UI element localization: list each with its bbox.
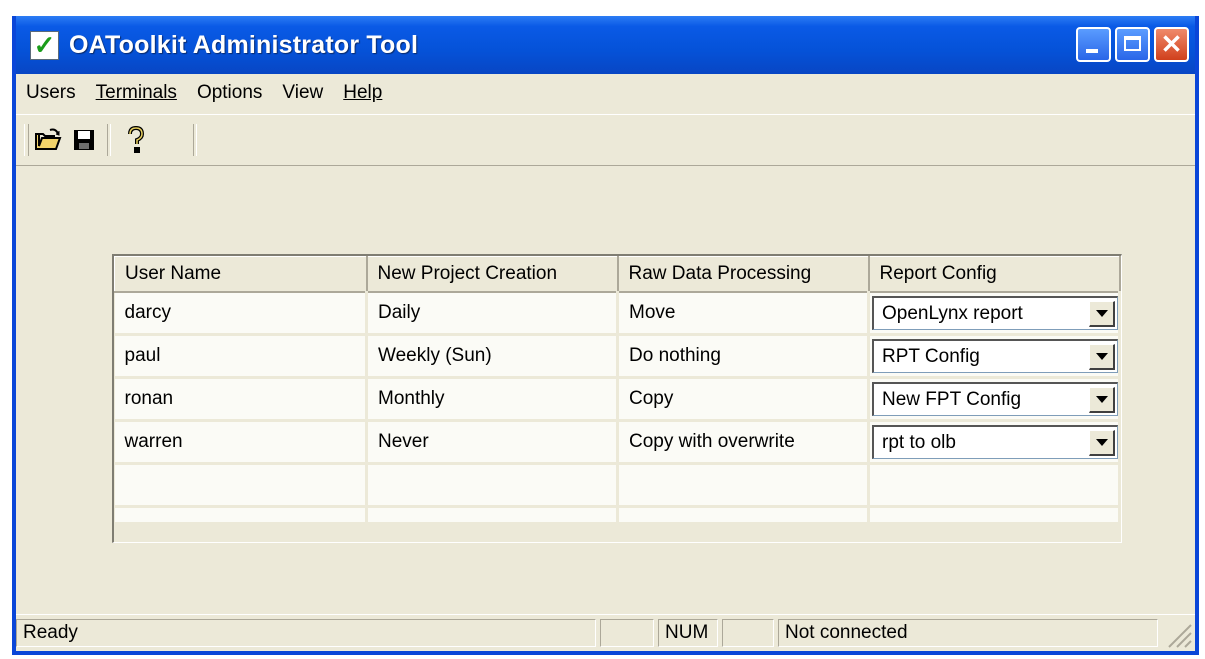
toolbar-separator	[107, 124, 111, 156]
cell-user-name[interactable]: warren	[114, 420, 368, 465]
empty-cell[interactable]	[868, 506, 1121, 525]
cell-report-config: New FPT Config	[868, 377, 1121, 422]
report-config-dropdown[interactable]: OpenLynx report	[872, 296, 1118, 330]
minimize-icon	[1086, 49, 1098, 53]
report-config-dropdown[interactable]: RPT Config	[872, 339, 1118, 373]
table-row[interactable]: warren Never Copy with overwrite rpt to …	[114, 420, 1121, 465]
cell-new-project-creation[interactable]: Daily	[366, 292, 619, 336]
cell-report-config: RPT Config	[868, 334, 1121, 379]
user-settings-grid: User Name New Project Creation Raw Data …	[112, 254, 1122, 543]
menu-users[interactable]: Users	[16, 82, 86, 104]
empty-row[interactable]	[114, 463, 1121, 508]
empty-row[interactable]	[114, 506, 1121, 525]
menu-help[interactable]: Help	[333, 82, 392, 104]
report-config-value: New FPT Config	[882, 388, 1022, 410]
column-header-raw-data-processing[interactable]: Raw Data Processing	[617, 256, 870, 293]
connection-pane: Not connected	[778, 619, 1158, 647]
menu-options[interactable]: Options	[187, 82, 272, 104]
dropdown-arrow-icon[interactable]	[1089, 387, 1115, 413]
empty-cell[interactable]	[617, 463, 870, 508]
window-title: OAToolkit Administrator Tool	[69, 30, 419, 59]
status-message-pane: Ready	[16, 619, 596, 647]
table-row[interactable]: ronan Monthly Copy New FPT Config	[114, 377, 1121, 422]
status-empty-pane	[722, 619, 774, 647]
report-config-value: RPT Config	[882, 345, 980, 367]
table-header-row: User Name New Project Creation Raw Data …	[114, 256, 1121, 293]
cell-raw-data-processing[interactable]: Move	[617, 292, 870, 336]
close-icon: ✕	[1160, 29, 1183, 59]
toolbar-end-separator	[193, 124, 197, 156]
empty-cell[interactable]	[366, 506, 619, 525]
resize-grip-icon[interactable]	[1163, 619, 1193, 649]
cell-raw-data-processing[interactable]: Do nothing	[617, 334, 870, 379]
menu-view[interactable]: View	[272, 82, 333, 104]
status-empty-pane	[600, 619, 654, 647]
cell-report-config: OpenLynx report	[868, 292, 1121, 336]
cell-raw-data-processing[interactable]: Copy with overwrite	[617, 420, 870, 465]
cell-user-name[interactable]: darcy	[114, 292, 368, 336]
empty-cell[interactable]	[114, 506, 368, 525]
num-lock-pane: NUM	[658, 619, 718, 647]
empty-cell[interactable]	[868, 463, 1121, 508]
report-config-dropdown[interactable]: rpt to olb	[872, 425, 1118, 459]
open-folder-icon[interactable]	[31, 123, 65, 157]
dropdown-arrow-icon[interactable]	[1089, 344, 1115, 370]
toolbar-grip[interactable]	[24, 124, 29, 156]
empty-cell[interactable]	[366, 463, 619, 508]
help-question-icon[interactable]	[119, 123, 153, 157]
table-row[interactable]: paul Weekly (Sun) Do nothing RPT Config	[114, 334, 1121, 379]
report-config-value: rpt to olb	[882, 431, 956, 453]
status-bar: Ready NUM Not connected	[16, 614, 1195, 651]
report-config-value: OpenLynx report	[882, 302, 1023, 324]
cell-user-name[interactable]: ronan	[114, 377, 368, 422]
cell-new-project-creation[interactable]: Never	[366, 420, 619, 465]
column-header-new-project-creation[interactable]: New Project Creation	[366, 256, 619, 293]
maximize-icon	[1124, 36, 1141, 51]
column-header-user-name[interactable]: User Name	[114, 256, 368, 293]
close-button[interactable]: ✕	[1154, 27, 1189, 62]
cell-raw-data-processing[interactable]: Copy	[617, 377, 870, 422]
dropdown-arrow-icon[interactable]	[1089, 301, 1115, 327]
maximize-button[interactable]	[1115, 27, 1150, 62]
toolbar	[16, 114, 1195, 166]
cell-report-config: rpt to olb	[868, 420, 1121, 465]
cell-new-project-creation[interactable]: Monthly	[366, 377, 619, 422]
title-bar[interactable]: ✓ OAToolkit Administrator Tool ✕	[16, 16, 1195, 74]
user-table: User Name New Project Creation Raw Data …	[114, 256, 1121, 525]
window-controls: ✕	[1076, 27, 1189, 62]
menu-terminals[interactable]: Terminals	[86, 82, 187, 104]
column-header-report-config[interactable]: Report Config	[868, 256, 1121, 293]
table-row[interactable]: darcy Daily Move OpenLynx report	[114, 292, 1121, 336]
report-config-dropdown[interactable]: New FPT Config	[872, 382, 1118, 416]
empty-cell[interactable]	[114, 463, 368, 508]
status-message: Ready	[23, 622, 78, 643]
empty-cell[interactable]	[617, 506, 870, 525]
connection-status: Not connected	[785, 622, 908, 643]
dropdown-arrow-icon[interactable]	[1089, 430, 1115, 456]
minimize-button[interactable]	[1076, 27, 1111, 62]
num-lock-indicator: NUM	[665, 622, 709, 643]
save-disk-icon[interactable]	[67, 123, 101, 157]
app-window: ✓ OAToolkit Administrator Tool ✕ Users T…	[12, 16, 1199, 655]
cell-user-name[interactable]: paul	[114, 334, 368, 379]
cell-new-project-creation[interactable]: Weekly (Sun)	[366, 334, 619, 379]
checkmark-icon: ✓	[30, 30, 59, 60]
menu-bar: Users Terminals Options View Help	[16, 74, 1195, 112]
